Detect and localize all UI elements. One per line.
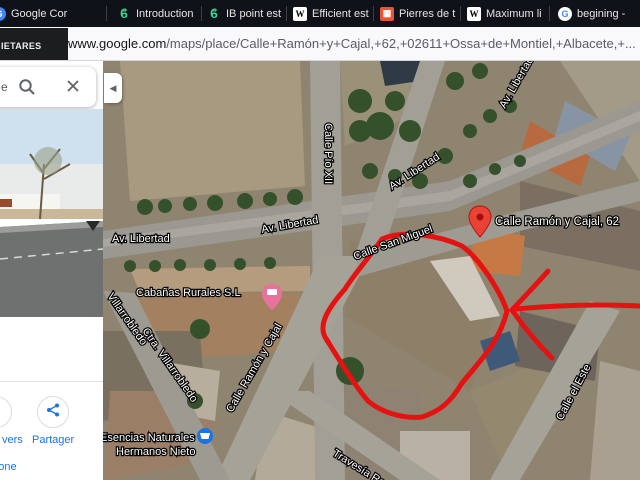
- map-label-street: Calle Pío XII: [322, 123, 334, 184]
- search-box[interactable]: e: [0, 67, 96, 107]
- map-label-poi: Esencias Naturales: [100, 432, 195, 444]
- map-label-place: Calle Ramón y Cajal, 62: [495, 216, 619, 228]
- tab-title: Pierres de t: [399, 7, 456, 20]
- address-bar[interactable]: www.google.com/maps/place/Calle+Ramón+y+…: [0, 27, 640, 78]
- ib-logo-icon: ϐ: [120, 6, 128, 21]
- w-icon: W: [293, 6, 307, 21]
- place-side-panel: e vers phone Part: [0, 61, 103, 480]
- action-bar: vers phone Partager: [0, 381, 103, 480]
- url-host: www.google.com: [68, 36, 167, 51]
- tab-title: Efficient est: [312, 7, 369, 20]
- url-path: /maps/place/Calle+Ramón+y+Cajal,+62,+026…: [166, 36, 636, 51]
- tab-bar: G Google Cor ϐ Introduction ϐ IB point e…: [0, 0, 640, 27]
- browser-tab[interactable]: ϐ Introduction: [111, 0, 201, 27]
- google-g-icon: G: [558, 6, 572, 21]
- close-icon[interactable]: [66, 79, 80, 98]
- overlay-logo-text: IETARES: [1, 41, 42, 51]
- send-to-phone-label-2: phone: [0, 461, 17, 473]
- browser-tab[interactable]: ϐ IB point est: [201, 0, 285, 27]
- share-button[interactable]: [37, 396, 69, 428]
- tab-title: IB point est: [226, 7, 282, 20]
- url-field[interactable]: www.google.com/maps/place/Calle+Ramón+y+…: [68, 36, 636, 51]
- shopping-marker-icon[interactable]: [197, 428, 213, 444]
- map-label-poi: Cabañas Rurales S.L: [136, 287, 241, 299]
- map-label-street: Av. Libertad: [112, 233, 170, 245]
- send-to-phone-button[interactable]: [0, 396, 12, 428]
- place-photo[interactable]: [0, 109, 103, 317]
- tab-title: Google Cor: [11, 7, 68, 20]
- browser-tab[interactable]: W Maximum li: [461, 0, 549, 27]
- pierres-icon: ▦: [380, 6, 394, 21]
- map-label-poi: Hermanos Nieto: [116, 446, 195, 458]
- tab-title: Introduction: [136, 7, 194, 20]
- browser-tab[interactable]: G Google Cor: [0, 0, 106, 27]
- search-icon[interactable]: [18, 78, 36, 101]
- search-input[interactable]: e: [1, 80, 8, 94]
- share-icon: [46, 403, 60, 422]
- google-icon: G: [0, 6, 6, 21]
- send-to-phone-label-1: vers: [2, 434, 23, 446]
- tab-title: begining -: [577, 7, 626, 20]
- field-north-west: [120, 61, 305, 201]
- share-label: Partager: [32, 434, 75, 446]
- browser-tab[interactable]: ▦ Pierres de t: [374, 0, 458, 27]
- collapse-panel-button[interactable]: ◀: [104, 73, 122, 103]
- browser-tab[interactable]: G begining -: [552, 0, 640, 27]
- browser-tab[interactable]: W Efficient est: [287, 0, 373, 27]
- ib-logo-icon: ϐ: [210, 6, 218, 21]
- chevron-left-icon: ◀: [109, 82, 117, 93]
- tab-title: Maximum li: [486, 7, 542, 20]
- w-icon: W: [467, 6, 481, 21]
